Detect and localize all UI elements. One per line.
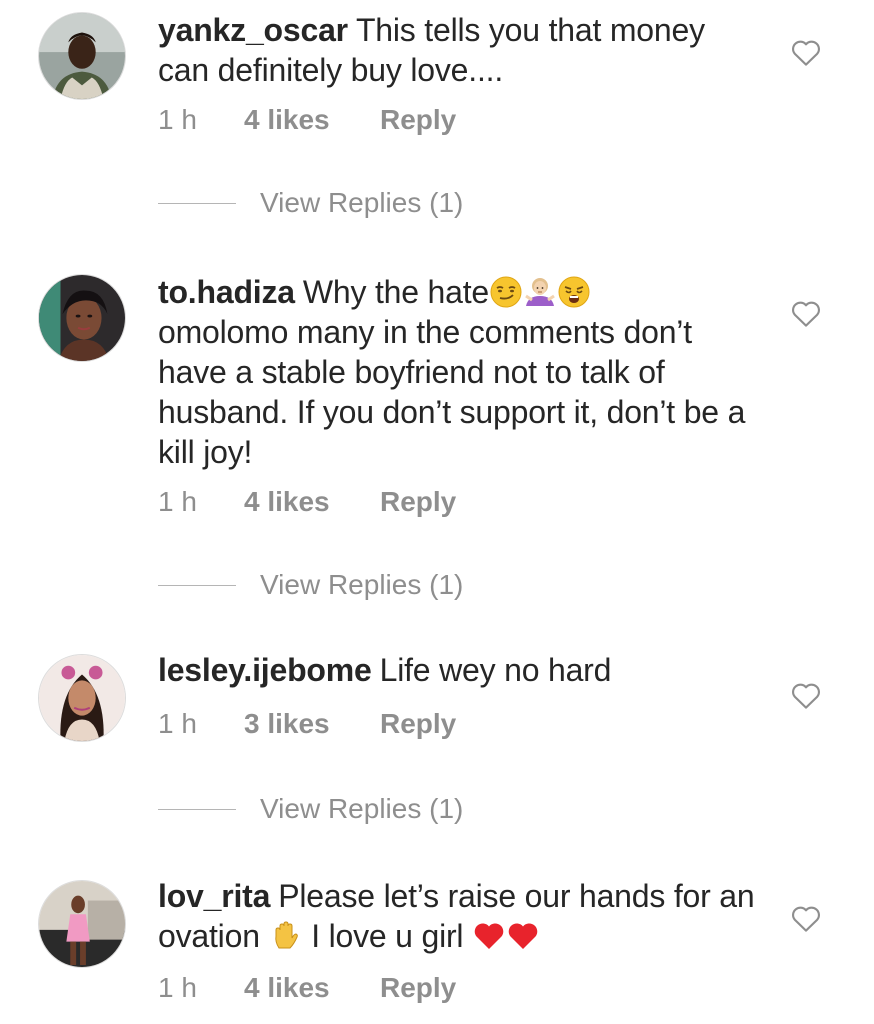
like-heart-icon[interactable] [790,903,822,933]
comment-likes[interactable]: 4 likes [244,104,380,136]
comment-meta: 1 h 4 likes Reply [158,968,456,1008]
avatar[interactable] [38,12,126,100]
avatar[interactable] [38,880,126,968]
comment-time: 1 h [158,972,197,1003]
reply-button[interactable]: Reply [380,104,456,136]
comment-text: lesley.ijebome Life wey no hard [158,650,758,690]
avatar[interactable] [38,274,126,362]
raised-hand-emoji [270,920,302,952]
view-replies-label: View Replies (1) [260,793,464,824]
red-heart-emoji [473,920,505,952]
reply-button[interactable]: Reply [380,486,456,518]
comment-text: yankz_oscar This tells you that money can… [158,10,758,90]
comment-meta: 1 h 4 likes Reply [158,100,456,140]
red-heart-emoji [507,920,539,952]
comment-meta: 1 h 3 likes Reply [158,704,456,744]
username[interactable]: yankz_oscar [158,12,348,48]
comment-meta: 1 h 4 likes Reply [158,482,456,522]
username[interactable]: lesley.ijebome [158,652,372,688]
woman-shrugging-emoji [524,276,556,308]
reply-button[interactable]: Reply [380,708,456,740]
view-replies-button[interactable]: View Replies (1) [158,565,463,605]
comment-likes[interactable]: 4 likes [244,486,380,518]
comment-text: to.hadiza Why the hate omolomo many in th… [158,272,758,472]
view-replies-button[interactable]: View Replies (1) [158,789,463,829]
view-replies-button[interactable]: View Replies (1) [158,183,463,223]
reply-button[interactable]: Reply [380,972,456,1004]
comment-likes[interactable]: 4 likes [244,972,380,1004]
comment-body-continued: I love u girl [311,918,464,954]
comment-time: 1 h [158,104,197,135]
like-heart-icon[interactable] [790,680,822,710]
comment-time: 1 h [158,708,197,739]
divider-line [158,202,236,204]
username[interactable]: to.hadiza [158,274,295,310]
username[interactable]: lov_rita [158,878,270,914]
comment-likes[interactable]: 3 likes [244,708,380,740]
comment-body-continued: omolomo many in the comments don’t have … [158,314,746,470]
comment-body: Why the hate [302,274,490,310]
weary-face-emoji [558,276,590,308]
smirking-face-emoji [490,276,522,308]
divider-line [158,808,236,810]
view-replies-label: View Replies (1) [260,187,464,218]
view-replies-label: View Replies (1) [260,569,464,600]
like-heart-icon[interactable] [790,37,822,67]
avatar[interactable] [38,654,126,742]
comment-text: lov_rita Please let’s raise our hands for… [158,876,758,956]
comment-time: 1 h [158,486,197,517]
like-heart-icon[interactable] [790,298,822,328]
comment-body: Life wey no hard [379,652,612,688]
divider-line [158,584,236,586]
